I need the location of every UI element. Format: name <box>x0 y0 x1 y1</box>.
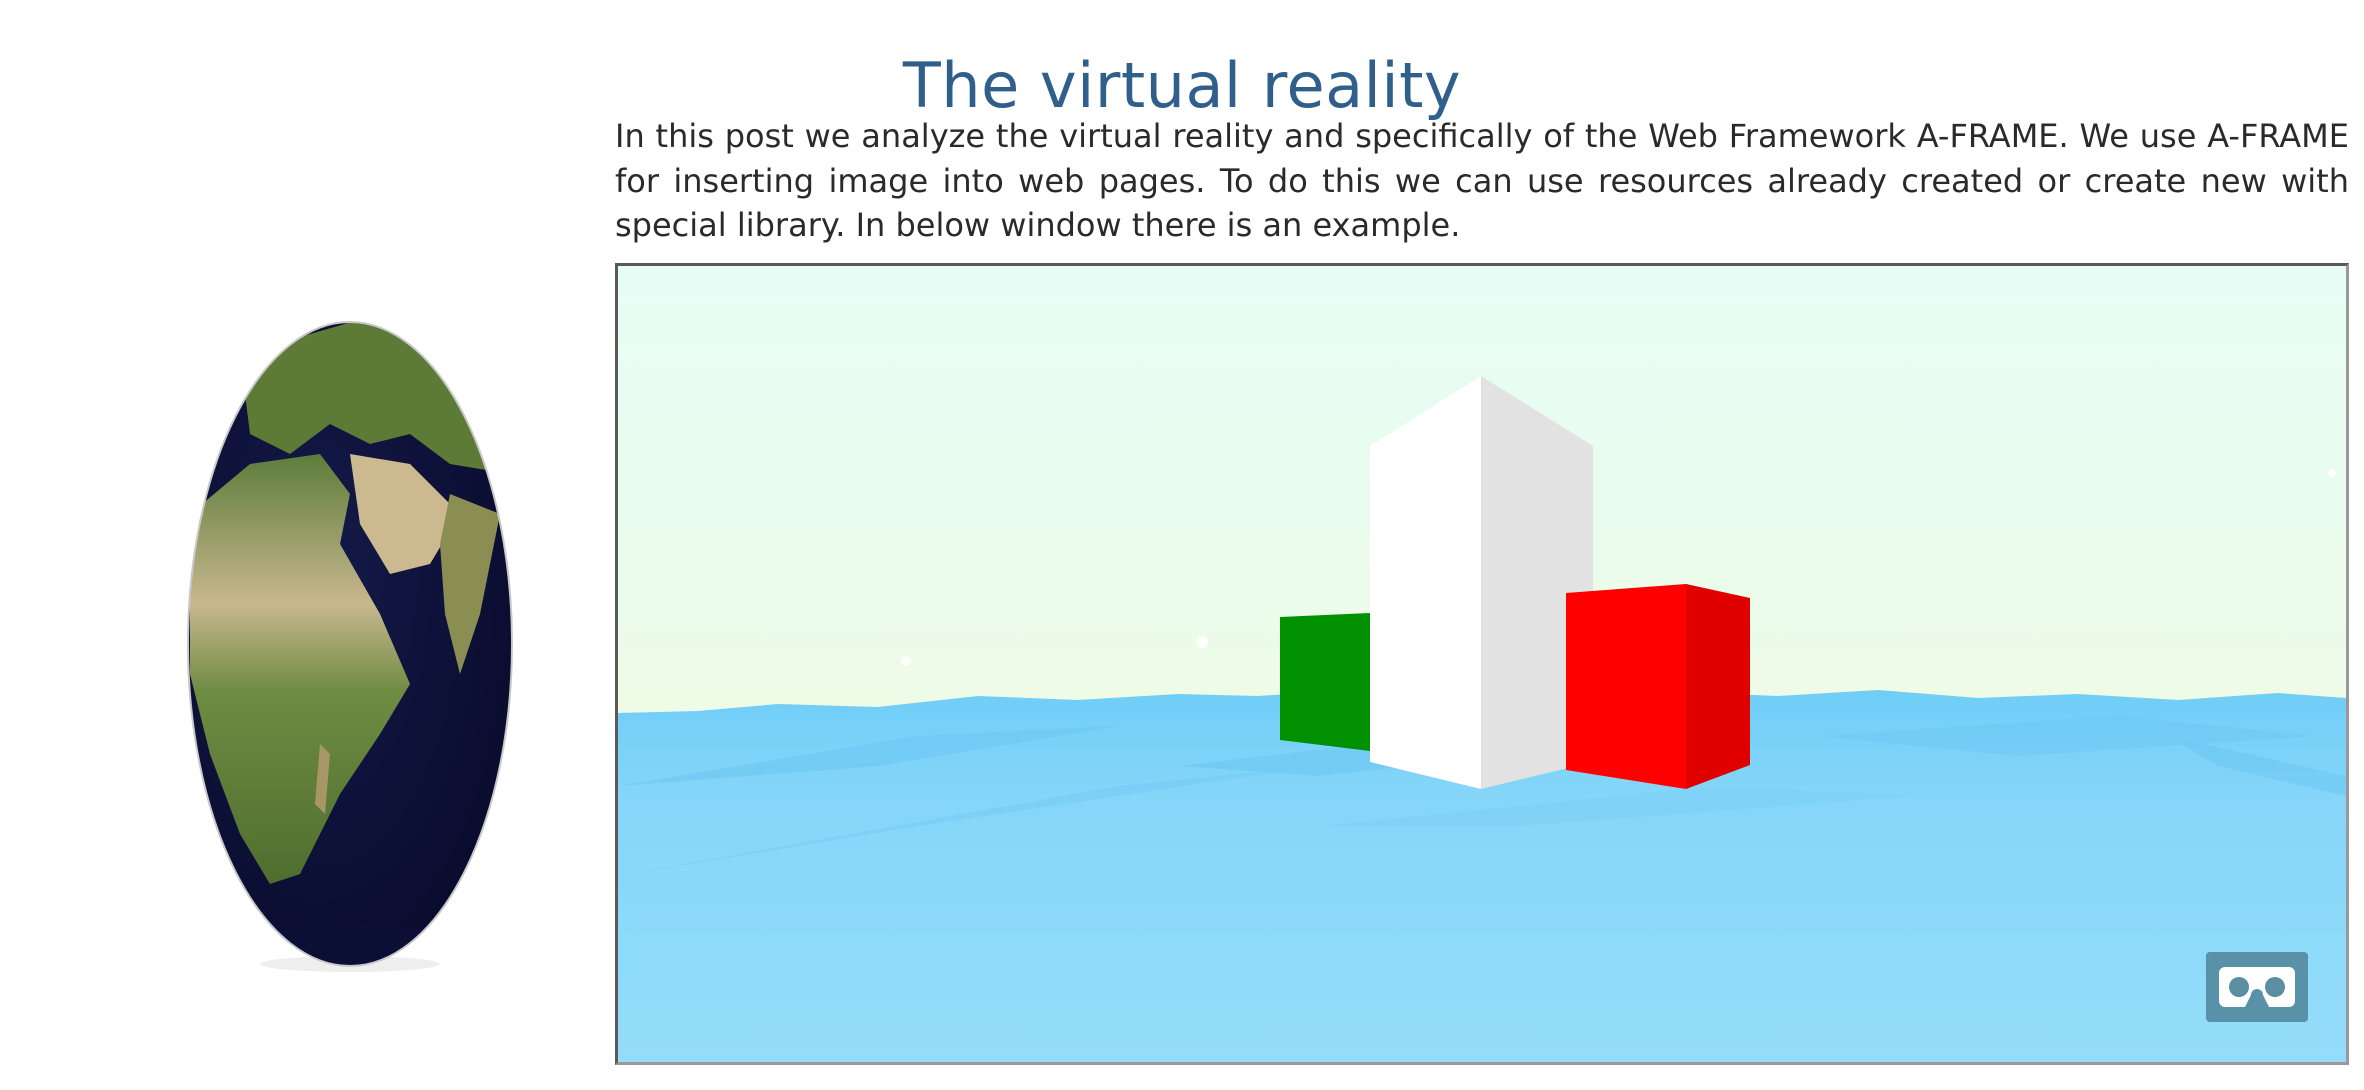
enter-vr-button[interactable] <box>2206 952 2308 1022</box>
aframe-scene[interactable] <box>615 263 2349 1065</box>
earth-globe-image <box>180 314 520 974</box>
scene-canvas <box>618 266 2346 1062</box>
red-box[interactable] <box>1566 584 1750 789</box>
intro-paragraph: In this post we analyze the virtual real… <box>615 117 2349 244</box>
page: The virtual reality In this post we anal… <box>0 0 2364 1090</box>
vr-headset-icon <box>2219 967 2295 1007</box>
page-title: The virtual reality <box>902 48 1462 122</box>
white-box[interactable] <box>1370 376 1593 789</box>
earth-globe-icon <box>187 321 513 972</box>
